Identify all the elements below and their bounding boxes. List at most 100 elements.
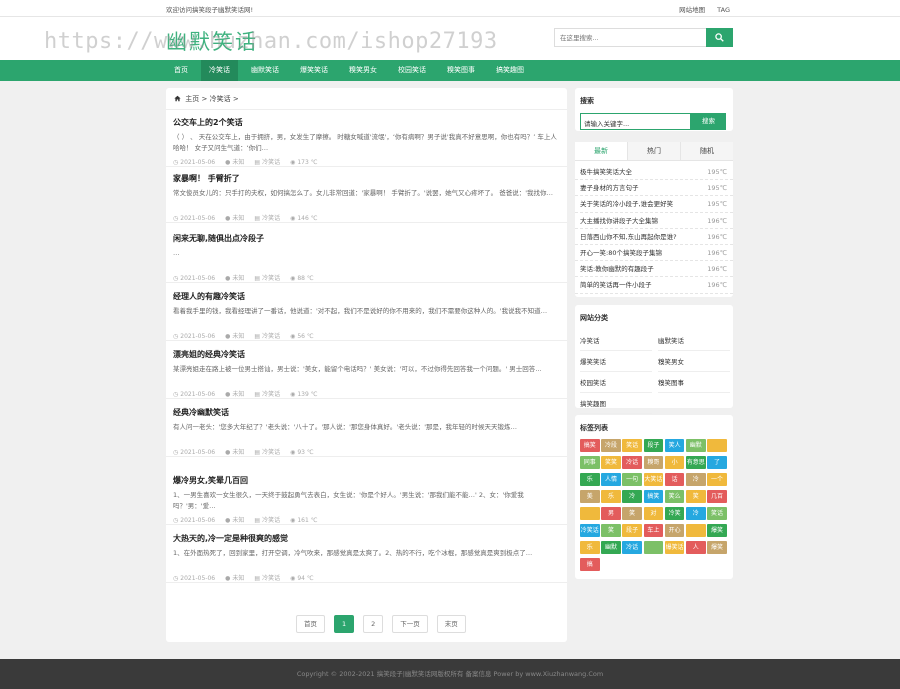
sidebar-post-title[interactable]: 开心一笑:80个搞笑段子集锦 [580, 249, 662, 257]
sidebar-search-button[interactable]: 搜索 [691, 113, 726, 130]
tab-random[interactable]: 随机 [681, 142, 733, 160]
article-category[interactable]: 冷笑话 [262, 517, 280, 524]
pager-first[interactable]: 首页 [296, 615, 325, 633]
pager-page-2[interactable]: 2 [363, 615, 384, 633]
tag-item[interactable]: 冷话 [622, 456, 642, 469]
article-category[interactable]: 冷笑话 [262, 159, 280, 166]
category-item[interactable]: 冷笑话 [580, 331, 652, 351]
sidebar-post-title[interactable]: 妻子身材的方言句子 [580, 184, 639, 192]
article-title[interactable]: 经典冷幽默笑话 [173, 407, 560, 418]
tag-item[interactable]: 冷话 [622, 541, 642, 554]
article-category[interactable]: 冷笑话 [262, 333, 280, 340]
article-title[interactable]: 家暴啊！ 手臂折了 [173, 173, 560, 184]
tag-item[interactable]: 爆笑 [707, 524, 727, 537]
sidebar-post-item[interactable]: 笑话:教你幽默的有趣段子 196℃ [575, 261, 733, 278]
tag-item[interactable]: 糗哥 [643, 456, 664, 469]
sidebar-post-title[interactable]: 极牛搞笑笑话大全 [580, 168, 632, 176]
tag-item[interactable]: 话 [664, 473, 685, 486]
nav-item-men-women[interactable]: 糗笑男女 [341, 60, 385, 81]
sidebar-post-item[interactable]: 极牛搞笑笑话大全 195℃ [575, 164, 733, 181]
article-category[interactable]: 冷笑话 [262, 391, 280, 398]
article-title[interactable]: 公交车上的2个笑话 [173, 117, 560, 128]
nav-item-campus[interactable]: 校园笑话 [390, 60, 434, 81]
tag-link[interactable]: TAG [717, 6, 730, 14]
sidebar-post-item[interactable]: 关于笑话的冷小段子,谁会更好笑 195℃ [575, 196, 733, 213]
article-title[interactable]: 漂亮姐的经典冷笑话 [173, 349, 560, 360]
category-item[interactable]: 爆笑笑话 [580, 352, 652, 372]
tag-item[interactable]: 笑 [601, 524, 621, 537]
tag-item[interactable]: 爆笑话 [664, 541, 685, 554]
tag-item[interactable] [707, 439, 727, 452]
tag-item[interactable]: 同事 [580, 456, 600, 469]
article-title[interactable]: 大热天的,冷一定是种很爽的感觉 [173, 533, 560, 544]
tag-item[interactable]: 几百 [707, 490, 727, 503]
tag-item[interactable]: 有意思 [686, 456, 706, 469]
tag-item[interactable]: 幽默 [601, 541, 621, 554]
sidebar-post-title[interactable]: 日落西山你不知,东山再起你是谁? [580, 233, 677, 241]
tag-item[interactable]: 了 [707, 456, 727, 469]
tag-item[interactable]: 冷笑 [664, 507, 685, 520]
article-category[interactable]: 冷笑话 [262, 215, 280, 222]
tag-item[interactable]: 人 [686, 541, 706, 554]
tag-item[interactable]: 笑人 [664, 439, 685, 452]
sidebar-post-item[interactable]: 妻子身材的方言句子 195℃ [575, 180, 733, 197]
sidebar-search-input[interactable]: 请输入关键字... [580, 113, 691, 130]
article-title[interactable]: 闲来无聊,随俱出点冷段子 [173, 233, 560, 244]
article-title[interactable]: 爆冷男女,笑晕几百回 [173, 475, 560, 486]
header-search-button[interactable] [706, 28, 733, 47]
tag-item[interactable]: 一句 [622, 473, 642, 486]
tag-item[interactable]: 男 [601, 507, 621, 520]
tag-item[interactable]: 段子 [643, 439, 664, 452]
tag-item[interactable]: 美 [580, 490, 600, 503]
tag-item[interactable]: 搞 [580, 558, 600, 571]
tag-item[interactable]: 冷段 [601, 439, 621, 452]
tag-item[interactable]: 搞笑 [580, 439, 600, 452]
sidebar-post-item[interactable]: 开心一笑:80个搞笑段子集锦 196℃ [575, 245, 733, 262]
category-item[interactable]: 校园笑话 [580, 373, 652, 393]
tag-item[interactable]: 段子 [622, 524, 642, 537]
tag-item[interactable] [643, 541, 664, 554]
tab-hot[interactable]: 热门 [628, 142, 681, 160]
sidebar-post-item[interactable]: 简单的笑话再一件小段子 196℃ [575, 277, 733, 294]
tag-item[interactable]: 车上 [643, 524, 664, 537]
tag-item[interactable] [686, 524, 706, 537]
pager-last[interactable]: 末页 [436, 615, 466, 633]
tag-item[interactable]: 乐 [580, 473, 600, 486]
sidebar-post-item[interactable]: 日落西山你不知,东山再起你是谁? 196℃ [575, 229, 733, 245]
tag-item[interactable]: 一个 [707, 473, 727, 486]
tag-item[interactable]: 冷 [686, 507, 706, 520]
tag-item[interactable]: 爆笑 [707, 541, 727, 554]
tag-item[interactable]: 乐 [601, 490, 621, 503]
tag-item[interactable]: 笑话 [707, 507, 727, 520]
tag-item[interactable]: 笑笑 [601, 456, 621, 469]
sitemap-link[interactable]: 网站地图 [679, 6, 705, 14]
tag-item[interactable]: 开心 [664, 524, 685, 537]
sidebar-post-title[interactable]: 关于笑话的冷小段子,谁会更好笑 [580, 200, 673, 208]
breadcrumb-current[interactable]: 冷笑话 [210, 95, 231, 103]
pager-next[interactable]: 下一页 [392, 615, 428, 633]
article-title[interactable]: 经理人的有趣冷笑话 [173, 291, 560, 302]
pager-page-1[interactable]: 1 [334, 615, 355, 633]
sidebar-post-title[interactable]: 大主播找你讲段子大全集锦 [580, 217, 658, 225]
nav-item-funny[interactable]: 爆笑笑话 [292, 60, 336, 81]
nav-item-pictures[interactable]: 搞笑趣图 [488, 60, 532, 81]
nav-item-home[interactable]: 首页 [166, 60, 196, 81]
tag-item[interactable]: 幽默 [686, 439, 706, 452]
category-item[interactable]: 糗笑男女 [658, 352, 730, 372]
article-category[interactable]: 冷笑话 [262, 275, 280, 282]
category-item[interactable]: 搞笑趣图 [580, 394, 652, 414]
tag-item[interactable]: 笑 [622, 507, 642, 520]
tag-item[interactable]: 冷 [686, 473, 706, 486]
tag-item[interactable]: 人情 [601, 473, 621, 486]
header-search-input[interactable] [554, 28, 706, 47]
tag-item[interactable]: 笑么 [664, 490, 685, 503]
article-category[interactable]: 冷笑话 [262, 449, 280, 456]
nav-item-cold-jokes[interactable]: 冷笑话 [201, 60, 238, 81]
breadcrumb-home[interactable]: 主页 [185, 95, 199, 103]
nav-item-humor[interactable]: 幽默笑话 [243, 60, 287, 81]
category-item[interactable]: 幽默笑话 [658, 331, 730, 351]
sidebar-post-item[interactable]: 大主播找你讲段子大全集锦 196℃ [575, 213, 733, 229]
sidebar-post-title[interactable]: 简单的笑话再一件小段子 [580, 281, 652, 289]
tag-item[interactable]: 小 [664, 456, 685, 469]
article-category[interactable]: 冷笑话 [262, 575, 280, 582]
